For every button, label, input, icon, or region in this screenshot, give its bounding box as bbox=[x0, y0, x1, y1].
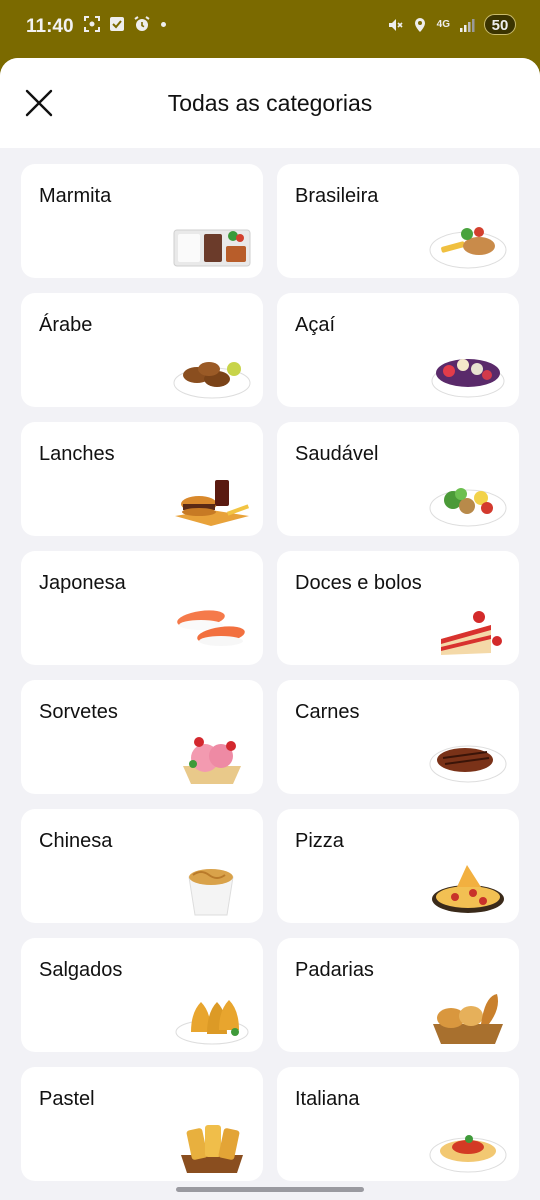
marmita-food-image bbox=[173, 229, 251, 267]
sorvetes-food-image bbox=[183, 737, 241, 784]
category-label: Doces e bolos bbox=[295, 572, 422, 594]
checkbox-icon bbox=[109, 16, 125, 32]
page-title: Todas as categorias bbox=[167, 90, 373, 116]
category-card-carnes[interactable]: Carnes bbox=[277, 680, 519, 794]
category-card-saudavel[interactable]: Saudável bbox=[277, 422, 519, 536]
category-card-sorvetes[interactable]: Sorvetes bbox=[21, 680, 263, 794]
category-card-japonesa[interactable]: Japonesa bbox=[21, 551, 263, 665]
category-card-chinesa[interactable]: Chinesa bbox=[21, 809, 263, 923]
category-label: Italiana bbox=[295, 1088, 360, 1110]
category-label: Chinesa bbox=[39, 830, 113, 852]
category-label: Padarias bbox=[295, 959, 374, 981]
brasileira-food-image bbox=[429, 227, 507, 269]
category-label: Açaí bbox=[295, 314, 336, 336]
category-label: Marmita bbox=[39, 185, 112, 207]
doces-food-image bbox=[441, 611, 502, 655]
carnes-food-image bbox=[429, 745, 507, 783]
chinesa-food-image bbox=[188, 869, 234, 916]
category-card-doces-e-bolos[interactable]: Doces e bolos bbox=[277, 551, 519, 665]
status-right-icons: 4G 50 bbox=[387, 14, 516, 35]
mute-icon bbox=[387, 17, 403, 33]
status-left-icons bbox=[84, 16, 166, 32]
category-card-lanches[interactable]: Lanches bbox=[21, 422, 263, 536]
pizza-food-image bbox=[432, 865, 504, 913]
category-card-italiana[interactable]: Italiana bbox=[277, 1067, 519, 1181]
home-indicator[interactable] bbox=[176, 1187, 364, 1192]
lanches-food-image bbox=[175, 480, 250, 526]
network-4g-icon: 4G bbox=[436, 19, 450, 30]
category-label: Brasileira bbox=[295, 185, 379, 207]
saudavel-food-image bbox=[429, 488, 507, 527]
alarm-icon bbox=[134, 16, 150, 32]
category-label: Salgados bbox=[39, 959, 123, 981]
category-card-pastel[interactable]: Pastel bbox=[21, 1067, 263, 1181]
status-time: 11:40 bbox=[26, 16, 74, 37]
category-label: Lanches bbox=[39, 443, 115, 465]
category-label: Árabe bbox=[39, 314, 93, 336]
category-label: Japonesa bbox=[39, 572, 126, 594]
padarias-food-image bbox=[433, 994, 503, 1044]
screenshot-icon bbox=[84, 16, 100, 32]
category-card-arabe[interactable]: Árabe bbox=[21, 293, 263, 407]
category-card-marmita[interactable]: Marmita bbox=[21, 164, 263, 278]
category-label: Saudável bbox=[295, 443, 379, 465]
sheet-header: Todas as categorias bbox=[0, 58, 540, 148]
italiana-food-image bbox=[429, 1135, 507, 1173]
battery-icon: 50 bbox=[484, 14, 516, 35]
category-label: Sorvetes bbox=[39, 701, 118, 723]
japonesa-food-image bbox=[177, 610, 245, 646]
arabe-food-image bbox=[173, 362, 251, 399]
acai-food-image bbox=[431, 359, 505, 398]
pastel-food-image bbox=[181, 1125, 243, 1173]
categories-grid: Marmita Brasileira Árabe Açaí Lanches Sa… bbox=[21, 164, 519, 1181]
category-card-salgados[interactable]: Salgados bbox=[21, 938, 263, 1052]
notification-dot-icon bbox=[161, 21, 166, 27]
category-card-acai[interactable]: Açaí bbox=[277, 293, 519, 407]
category-label: Pizza bbox=[295, 830, 344, 852]
category-card-pizza[interactable]: Pizza bbox=[277, 809, 519, 923]
signal-icon bbox=[459, 17, 475, 33]
category-label: Carnes bbox=[295, 701, 360, 723]
status-bar: 11:40 4G 50 bbox=[0, 0, 540, 56]
category-card-padarias[interactable]: Padarias bbox=[277, 938, 519, 1052]
category-label: Pastel bbox=[39, 1088, 95, 1110]
categories-sheet: Todas as categorias Marmita Brasileira Á… bbox=[0, 58, 540, 1200]
salgados-food-image bbox=[175, 1000, 249, 1045]
location-icon bbox=[412, 17, 428, 33]
category-card-brasileira[interactable]: Brasileira bbox=[277, 164, 519, 278]
